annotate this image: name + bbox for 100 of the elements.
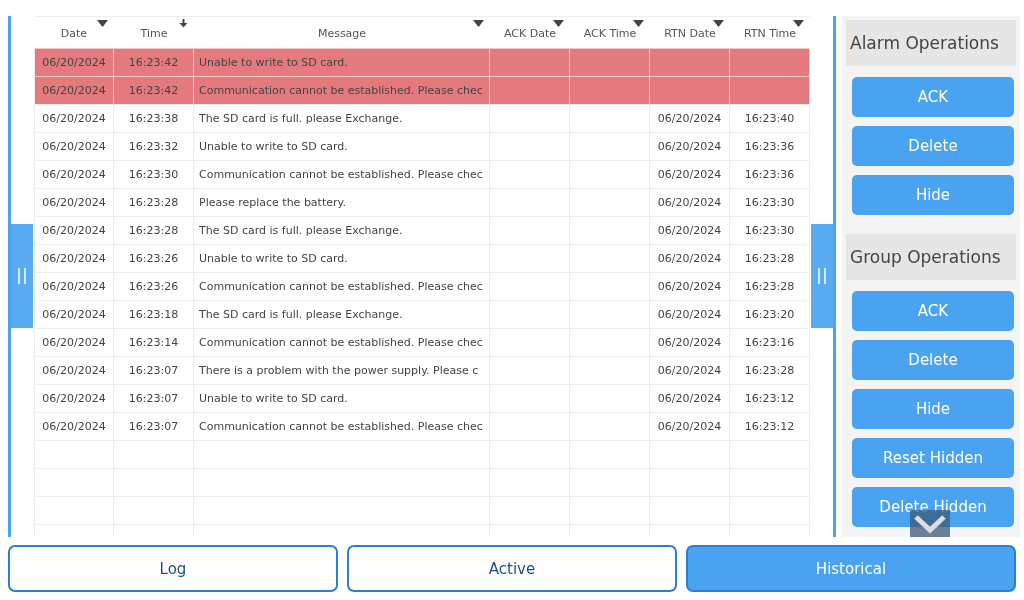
table-cell: 16:23:26: [128, 280, 179, 293]
table-cell: 06/20/2024: [657, 224, 722, 237]
dropdown-triangle-icon[interactable]: [633, 19, 644, 27]
alarm-row[interactable]: 06/20/2024 16:23:07 There is a problem with the power supply. Please c 06/20/2024 16:23:28: [34, 356, 810, 384]
alarm-row[interactable]: 06/20/2024 16:23:18 The SD card is full. please Exchange. 06/20/2024 16:23:20: [34, 300, 810, 328]
table-cell: Communication cannot be established. Please chec: [199, 336, 483, 349]
table-cell: Please replace the battery.: [199, 196, 346, 209]
alarm-row[interactable]: 06/20/2024 16:23:14 Communication cannot be established. Please chec 06/20/2024 16:23:16: [34, 328, 810, 356]
alarm-row[interactable]: 06/20/2024 16:23:07 Communication cannot be established. Please chec 06/20/2024 16:23:12: [34, 412, 810, 440]
table-cell: 16:23:18: [128, 308, 179, 321]
table-cell: 16:23:16: [744, 336, 795, 349]
section-title: Alarm Operations: [846, 20, 1016, 66]
table-cell: Unable to write to SD card.: [199, 252, 348, 265]
table-cell: 16:23:38: [128, 112, 179, 125]
alarm-row[interactable]: 06/20/2024 16:23:28 Please replace the battery. 06/20/2024 16:23:30: [34, 188, 810, 216]
table-cell: Unable to write to SD card.: [199, 392, 348, 405]
table-cell: 16:23:42: [128, 56, 179, 69]
table-cell: 16:23:28: [744, 252, 795, 265]
table-cell: 16:23:30: [744, 224, 795, 237]
table-cell: 16:23:30: [128, 168, 179, 181]
active-alarm-row[interactable]: 06/20/2024 16:23:42 Communication cannot be established. Please chec: [34, 76, 810, 104]
column-header[interactable]: Time: [114, 27, 194, 48]
table-cell: 06/20/2024: [657, 308, 722, 321]
table-cell: Unable to write to SD card.: [199, 140, 348, 153]
table-cell: 06/20/2024: [42, 168, 106, 181]
table-cell: 06/20/2024: [657, 252, 722, 265]
table-cell: 06/20/2024: [42, 308, 106, 321]
dropdown-triangle-icon[interactable]: [473, 19, 484, 27]
table-cell: 06/20/2024: [42, 364, 106, 377]
table-cell: Communication cannot be established. Please chec: [199, 280, 483, 293]
table-cell: 06/20/2024: [657, 140, 722, 153]
table-cell: 06/20/2024: [657, 280, 722, 293]
table-cell: The SD card is full. please Exchange.: [199, 224, 403, 237]
alarm-row[interactable]: 06/20/2024 16:23:38 The SD card is full. please Exchange. 06/20/2024 16:23:40: [34, 104, 810, 132]
table-cell: 16:23:12: [744, 392, 795, 405]
table-cell: 16:23:28: [128, 224, 179, 237]
table-cell: 06/20/2024: [657, 336, 722, 349]
table-cell: 06/20/2024: [42, 252, 106, 265]
column-header[interactable]: RTN Time: [730, 27, 810, 48]
alarm-row[interactable]: 06/20/2024 16:23:28 The SD card is full. please Exchange. 06/20/2024 16:23:30: [34, 216, 810, 244]
table-cell: 16:23:28: [128, 196, 179, 209]
table-cell: 06/20/2024: [42, 224, 106, 237]
table-cell: 06/20/2024: [42, 84, 106, 97]
table-cell: 16:23:12: [744, 420, 795, 433]
table-cell: 06/20/2024: [42, 196, 106, 209]
table-cell: 16:23:40: [744, 112, 795, 125]
alarm-row[interactable]: 06/20/2024 16:23:07 Unable to write to SD card. 06/20/2024 16:23:12: [34, 384, 810, 412]
column-header[interactable]: ACK Time: [570, 27, 650, 48]
dropdown-triangle-icon[interactable]: [553, 19, 564, 27]
table-cell: 16:23:28: [744, 364, 795, 377]
column-header[interactable]: RTN Date: [650, 27, 730, 48]
table-cell: 16:23:42: [128, 84, 179, 97]
table-cell: 16:23:26: [128, 252, 179, 265]
table-cell: 06/20/2024: [657, 112, 722, 125]
table-cell: 16:23:14: [128, 336, 179, 349]
table-cell: 16:23:32: [128, 140, 179, 153]
alarm-row[interactable]: 06/20/2024 16:23:32 Unable to write to SD card. 06/20/2024 16:23:36: [34, 132, 810, 160]
drawer-handle[interactable]: [811, 224, 833, 328]
table-cell: 06/20/2024: [657, 196, 722, 209]
table-cell: 16:23:07: [128, 420, 179, 433]
table-cell: 06/20/2024: [42, 56, 106, 69]
grip-icon: [817, 268, 827, 284]
table-cell: The SD card is full. please Exchange.: [199, 308, 403, 321]
chevron-down-icon: [913, 513, 947, 534]
table-cell: Communication cannot be established. Please chec: [199, 84, 483, 97]
table-cell: 16:23:07: [128, 392, 179, 405]
view-tab[interactable]: Log: [8, 545, 338, 592]
active-alarm-row[interactable]: 06/20/2024 16:23:42 Unable to write to SD card.: [34, 48, 810, 76]
table-cell: 16:23:28: [744, 280, 795, 293]
table-cell: 06/20/2024: [657, 168, 722, 181]
table-cell: 16:23:07: [128, 364, 179, 377]
section-title: Group Operations: [846, 234, 1016, 280]
grip-icon: [17, 268, 27, 284]
alarm-row[interactable]: 06/20/2024 16:23:26 Communication cannot be established. Please chec 06/20/2024 16:23:28: [34, 272, 810, 300]
column-header[interactable]: Message: [194, 27, 490, 48]
table-cell: Unable to write to SD card.: [199, 56, 348, 69]
table-cell: 16:23:30: [744, 196, 795, 209]
view-tab[interactable]: Active: [347, 545, 677, 592]
table-cell: 16:23:36: [744, 168, 795, 181]
column-header[interactable]: Date: [34, 27, 114, 48]
column-header[interactable]: ACK Date: [490, 27, 570, 48]
drawer-handle[interactable]: [11, 224, 33, 328]
table-cell: The SD card is full. please Exchange.: [199, 112, 403, 125]
table-cell: 16:23:20: [744, 308, 795, 321]
table-cell: Communication cannot be established. Please chec: [199, 168, 483, 181]
alarm-row[interactable]: 06/20/2024 16:23:26 Unable to write to SD card. 06/20/2024 16:23:28: [34, 244, 810, 272]
dropdown-triangle-icon[interactable]: [793, 19, 804, 27]
sort-arrow-icon[interactable]: [179, 18, 188, 28]
table-cell: 06/20/2024: [42, 140, 106, 153]
dropdown-triangle-icon[interactable]: [97, 19, 108, 27]
table-cell: 06/20/2024: [657, 420, 722, 433]
table-cell: 06/20/2024: [42, 112, 106, 125]
dropdown-triangle-icon[interactable]: [713, 19, 724, 27]
table-cell: 06/20/2024: [42, 280, 106, 293]
table-cell: 06/20/2024: [42, 392, 106, 405]
table-cell: 06/20/2024: [42, 420, 106, 433]
alarm-row[interactable]: 06/20/2024 16:23:30 Communication cannot be established. Please chec 06/20/2024 16:23:36: [34, 160, 810, 188]
scroll-down-button[interactable]: [910, 510, 950, 537]
table-cell: 06/20/2024: [657, 364, 722, 377]
table-cell: Communication cannot be established. Please chec: [199, 420, 483, 433]
